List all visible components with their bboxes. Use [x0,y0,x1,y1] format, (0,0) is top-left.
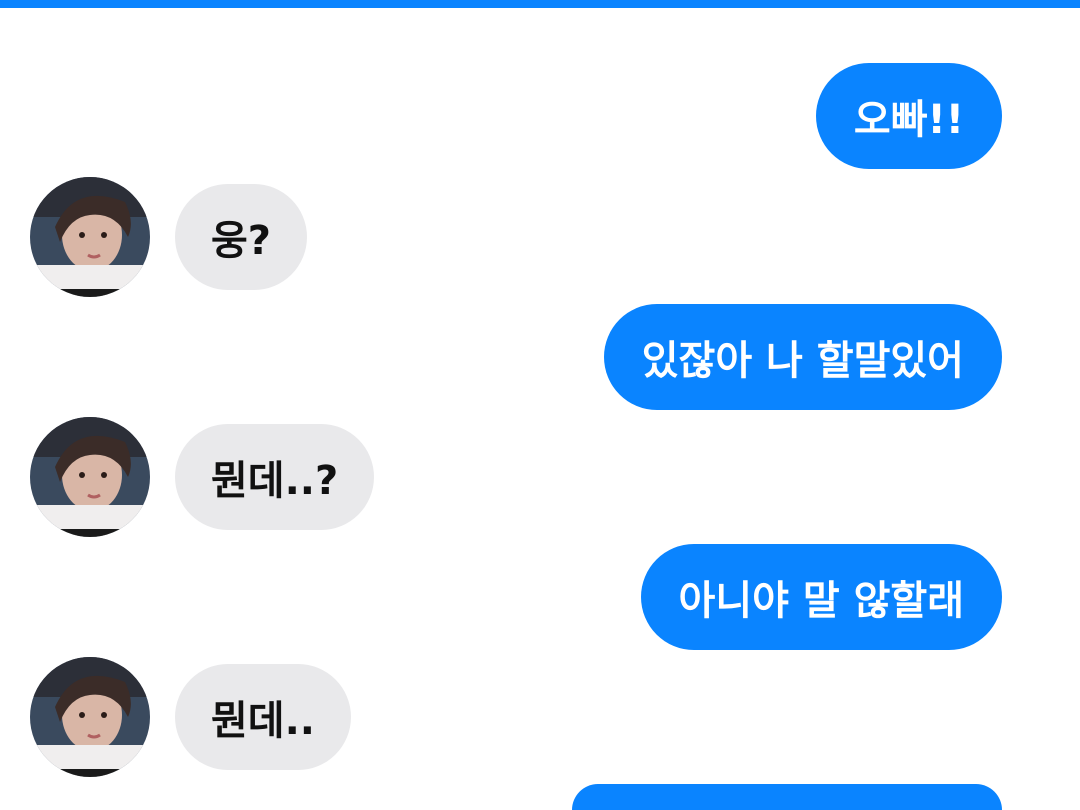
profile-photo-icon [30,177,150,297]
sent-message-bubble[interactable]: 있잖아 나 할말있어 [603,304,1002,410]
profile-photo-icon [30,417,150,537]
received-message-bubble[interactable]: 뭔데..? [175,424,375,530]
message-text: 있잖아 나 할말있어 [641,338,964,384]
avatar[interactable] [30,657,150,777]
message-text: 오빠!! [853,97,964,143]
message-text: 웅? [211,218,272,264]
avatar[interactable] [30,417,150,537]
sent-message-bubble[interactable] [572,784,1002,810]
message-text: 뭔데..? [211,458,339,504]
avatar[interactable] [30,177,150,297]
received-message-bubble[interactable]: 뭔데.. [175,664,351,770]
message-text: 뭔데.. [211,698,315,744]
chat-thread[interactable]: 오빠!! 웅? 있잖아 나 할말있어 뭔데..? 아니야 말 않할래 뭔데.. [0,0,1080,810]
profile-photo-icon [30,657,150,777]
message-text: 아니야 말 않할래 [678,578,964,624]
sent-message-bubble[interactable]: 오빠!! [815,63,1002,169]
sent-message-bubble[interactable]: 아니야 말 않할래 [640,544,1002,650]
received-message-bubble[interactable]: 웅? [175,184,308,290]
